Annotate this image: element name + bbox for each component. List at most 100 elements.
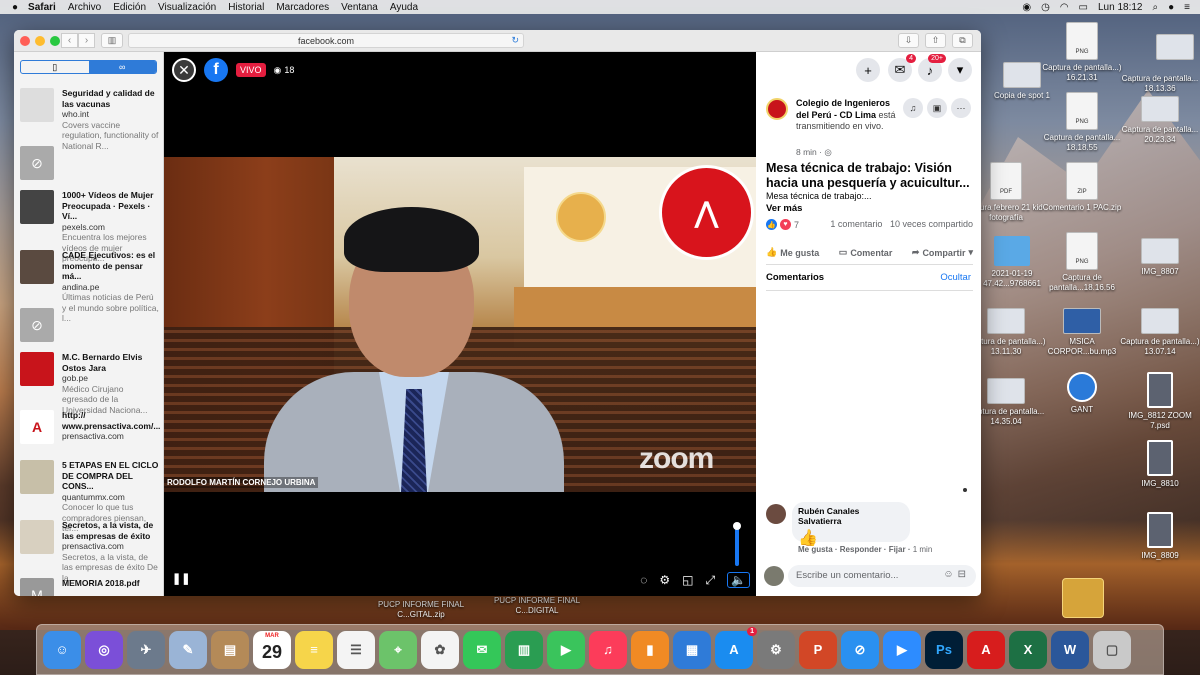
- menu-clock[interactable]: Lun 18:12: [1098, 2, 1143, 13]
- bookmarks-tab-icon[interactable]: ▯: [21, 61, 89, 73]
- desktop-file[interactable]: [1135, 34, 1200, 63]
- desktop-file[interactable]: PNG Captura de pantalla...18.16.56: [1042, 232, 1122, 292]
- menu-marcadores[interactable]: Marcadores: [276, 2, 329, 13]
- desktop-file[interactable]: Captura de pantalla...) 13.07.14: [1120, 308, 1200, 356]
- reaction-summary[interactable]: 👍 ♥ 7: [766, 219, 799, 230]
- address-bar[interactable]: facebook.com ↻: [128, 33, 524, 48]
- close-window-button[interactable]: [20, 36, 30, 46]
- comment-like-link[interactable]: Me gusta: [798, 545, 833, 554]
- reading-list-tab-icon[interactable]: ∞: [88, 61, 156, 73]
- spotlight-icon[interactable]: ⌕: [1153, 2, 1159, 13]
- menu-ayuda[interactable]: Ayuda: [390, 2, 418, 13]
- dock-appstore-icon[interactable]: A1: [715, 626, 757, 669]
- dock-books-icon[interactable]: ▮: [631, 630, 669, 669]
- page-name-link[interactable]: Colegio de Ingenieros del Perú - CD Lima: [796, 98, 890, 120]
- control-center-icon[interactable]: ≡: [1184, 2, 1190, 13]
- menu-historial[interactable]: Historial: [228, 2, 264, 13]
- commenter-avatar[interactable]: [766, 504, 786, 524]
- dock-calendar-icon[interactable]: MAR 29: [253, 630, 291, 669]
- desktop-folder[interactable]: 2021-01-19 47.42...9768661: [972, 236, 1052, 288]
- notify-bell-icon[interactable]: ♫: [903, 98, 923, 118]
- fullscreen-icon[interactable]: ⤢: [705, 573, 715, 588]
- wifi-icon[interactable]: ◠: [1060, 2, 1069, 13]
- menu-archivo[interactable]: Archivo: [68, 2, 101, 13]
- post-time[interactable]: 8 min · ◎: [796, 147, 832, 158]
- hide-comments-link[interactable]: Ocultar: [940, 272, 971, 283]
- settings-gear-icon[interactable]: ⚙: [659, 573, 670, 587]
- timemachine-icon[interactable]: ◷: [1041, 2, 1050, 13]
- like-button[interactable]: 👍 Me gusta: [766, 241, 819, 264]
- dock-system-preferences-icon[interactable]: ⚙: [757, 630, 795, 669]
- menu-safari[interactable]: Safari: [28, 2, 56, 13]
- volume-knob[interactable]: [733, 522, 741, 530]
- comment-pin-link[interactable]: Fijar: [889, 545, 906, 554]
- dock-facetime-icon[interactable]: ▶: [547, 630, 585, 669]
- notifications-bell-icon[interactable]: ♪ 20+: [918, 54, 946, 82]
- dock-photoshop-icon[interactable]: Ps: [925, 630, 963, 669]
- battery-icon[interactable]: ▭: [1079, 2, 1088, 13]
- dock-zoom-icon[interactable]: ▶: [883, 630, 921, 669]
- see-more-link[interactable]: Ver más: [766, 203, 802, 214]
- desktop-file[interactable]: MSICA CORPOR...bu.mp3: [1042, 308, 1122, 356]
- facebook-logo-icon[interactable]: f: [204, 58, 228, 82]
- dock-safari-icon[interactable]: ⊘: [841, 630, 879, 669]
- desktop-app[interactable]: GANT: [1042, 372, 1122, 415]
- reload-icon[interactable]: ↻: [511, 35, 519, 46]
- volume-slider[interactable]: [735, 524, 739, 566]
- forward-icon[interactable]: ›: [78, 33, 95, 48]
- comment-input[interactable]: Escribe un comentario... ☺⊟: [788, 565, 976, 587]
- comment-count[interactable]: 1 comentario: [830, 219, 882, 229]
- dock-photos-icon[interactable]: ✿: [421, 630, 459, 669]
- desktop-file[interactable]: IMG_8809: [1120, 512, 1200, 561]
- messenger-icon[interactable]: ✉ 4: [888, 54, 916, 82]
- downloads-icon[interactable]: ⇩: [898, 33, 919, 48]
- dock-reminders-icon[interactable]: ☰: [337, 630, 375, 669]
- share-icon[interactable]: ⇧: [925, 33, 946, 48]
- comment-button[interactable]: ▭ Comentar: [839, 241, 893, 264]
- desktop-file[interactable]: PNG Captura de pantalla... 18.18.55: [1042, 92, 1122, 152]
- sidebar-toggle-icon[interactable]: ▥: [101, 33, 123, 48]
- share-button[interactable]: ➦ Compartir ▾: [912, 241, 973, 264]
- dock-powerpoint-icon[interactable]: P: [799, 630, 837, 669]
- menu-visualizacion[interactable]: Visualización: [158, 2, 216, 13]
- back-icon[interactable]: ‹: [61, 33, 78, 48]
- airplay-icon[interactable]: ◉: [1022, 2, 1031, 13]
- dock-numbers-icon[interactable]: ▥: [505, 630, 543, 669]
- apple-menu-icon[interactable]: ●: [12, 2, 18, 13]
- volume-icon[interactable]: 🔈: [727, 572, 750, 588]
- dock-notes-icon[interactable]: ≡: [295, 630, 333, 669]
- save-icon[interactable]: ▣: [927, 98, 947, 118]
- more-options-icon[interactable]: ⋯: [951, 98, 971, 118]
- share-count[interactable]: 10 veces compartido: [890, 219, 973, 229]
- desktop-file[interactable]: IMG_8812 ZOOM 7.psd: [1120, 372, 1200, 430]
- dock-music-icon[interactable]: ♫: [589, 630, 627, 669]
- picture-in-picture-icon[interactable]: ◱: [682, 573, 693, 587]
- dock-siri-icon[interactable]: ◎: [85, 630, 123, 669]
- captions-icon[interactable]: ◌: [640, 573, 647, 587]
- page-avatar[interactable]: [766, 98, 788, 120]
- drive-icon[interactable]: [1062, 578, 1104, 618]
- desktop-file[interactable]: Captura de pantalla... 20.23.34: [1120, 96, 1200, 144]
- dock-excel-icon[interactable]: X: [1009, 630, 1047, 669]
- desktop-file[interactable]: IMG_8807: [1120, 238, 1200, 277]
- pause-icon[interactable]: ❚❚: [172, 572, 190, 585]
- create-plus-icon[interactable]: +: [856, 58, 880, 82]
- dock-messages-icon[interactable]: ✉: [463, 630, 501, 669]
- menu-edicion[interactable]: Edición: [113, 2, 146, 13]
- desktop-file[interactable]: IMG_8810: [1120, 440, 1200, 489]
- desktop-file[interactable]: ZIP Comentario 1 PAC.zip: [1042, 162, 1122, 213]
- dock-finder-icon[interactable]: ☺: [43, 630, 81, 669]
- comment-time[interactable]: 1 min: [913, 545, 933, 554]
- dock-contacts-icon[interactable]: ▤: [211, 630, 249, 669]
- dock-keynote-icon[interactable]: ▦: [673, 630, 711, 669]
- desktop-file[interactable]: Captura de pantalla... 18.13.36: [1120, 74, 1200, 93]
- dock-acrobat-icon[interactable]: A: [967, 630, 1005, 669]
- desktop-file[interactable]: PUCP INFORME FINAL C...GITAL.zip: [376, 600, 466, 619]
- menu-ventana[interactable]: Ventana: [341, 2, 378, 13]
- dock-maps-icon[interactable]: ⌖: [379, 630, 417, 669]
- desktop-file[interactable]: PUCP INFORME FINAL C...DIGITAL: [492, 596, 582, 615]
- comment-reply-link[interactable]: Responder: [840, 545, 882, 554]
- account-menu-chevron-icon[interactable]: ▾: [948, 58, 972, 82]
- zoom-window-button[interactable]: [50, 36, 60, 46]
- dock-trash-icon[interactable]: ▢: [1093, 630, 1131, 669]
